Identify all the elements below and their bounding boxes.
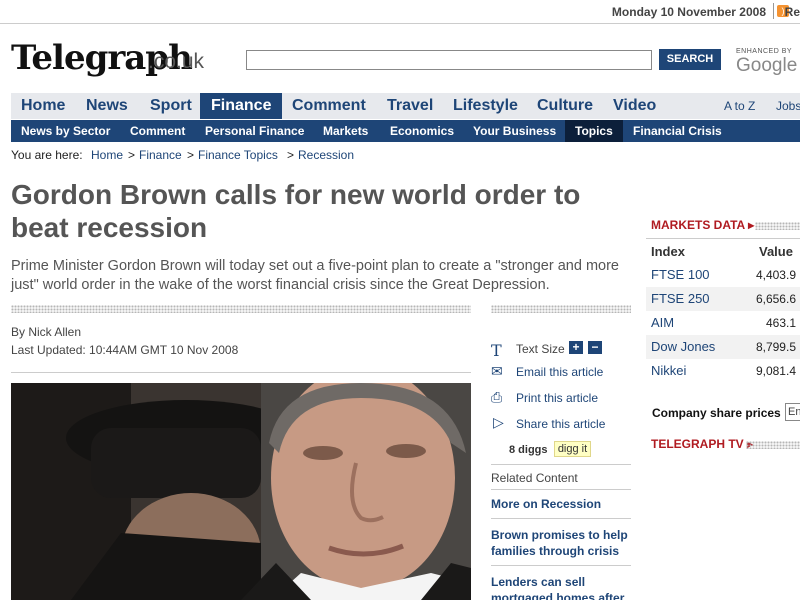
related-link-brown-promises[interactable]: Brown promises to help families through … <box>491 527 631 559</box>
market-ftse-250[interactable]: FTSE 250 <box>651 291 710 306</box>
market-ftse-100[interactable]: FTSE 100 <box>651 267 710 282</box>
markets-col-value: Value <box>759 244 793 259</box>
nav-a-to-z[interactable]: A to Z <box>724 99 755 113</box>
market-dow-jones[interactable]: Dow Jones <box>651 339 715 354</box>
rss-link[interactable]: Re <box>785 5 800 19</box>
divider <box>773 3 774 19</box>
subnav-your-business[interactable]: Your Business <box>473 124 556 138</box>
digg-it-button[interactable]: digg it <box>554 441 591 457</box>
markets-row: Dow Jones 8,799.5 <box>646 335 800 359</box>
subnav-topics[interactable]: Topics <box>575 124 613 138</box>
related-link-lenders[interactable]: Lenders can sell mortgaged homes after <box>491 574 631 600</box>
markets-row: AIM 463.1 <box>646 311 800 335</box>
market-nikkei[interactable]: Nikkei <box>651 363 686 378</box>
markets-row: FTSE 100 4,403.9 <box>646 263 800 287</box>
subnav-financial-crisis[interactable]: Financial Crisis <box>633 124 722 138</box>
subnav-economics[interactable]: Economics <box>390 124 454 138</box>
divider <box>491 464 631 465</box>
related-link-recession[interactable]: More on Recession <box>491 496 631 512</box>
divider <box>11 372 471 373</box>
telegraph-tv-heading[interactable]: TELEGRAPH TV ▸ <box>651 437 753 451</box>
digg-count: 8 diggs <box>509 444 548 456</box>
company-share-prices-label: Company share prices <box>652 406 781 420</box>
nav-news[interactable]: News <box>86 97 128 115</box>
related-content-heading: Related Content <box>491 471 578 485</box>
dotted-divider <box>491 305 631 313</box>
article-headline: Gordon Brown calls for new world order t… <box>11 179 581 243</box>
search-input[interactable] <box>246 50 652 70</box>
nav-comment[interactable]: Comment <box>292 97 366 115</box>
market-value: 4,403.9 <box>755 268 796 282</box>
print-article-link[interactable]: Print this article <box>516 391 598 405</box>
nav-home[interactable]: Home <box>21 97 65 115</box>
email-icon: ✉ <box>491 363 503 379</box>
print-icon: ⎙ <box>491 389 503 405</box>
article-updated: Last Updated: 10:44AM GMT 10 Nov 2008 <box>11 343 239 357</box>
divider <box>491 518 631 519</box>
breadcrumb-separator: > <box>187 148 195 162</box>
breadcrumb-recession[interactable]: Recession <box>298 148 354 162</box>
text-size-decrease-button[interactable]: − <box>588 341 602 354</box>
breadcrumb-home[interactable]: Home <box>91 148 123 162</box>
dotted-divider <box>755 222 800 230</box>
text-size-increase-button[interactable]: + <box>569 341 583 354</box>
article-byline: By Nick Allen <box>11 325 82 339</box>
subnav-markets[interactable]: Markets <box>323 124 368 138</box>
market-aim[interactable]: AIM <box>651 315 674 330</box>
subnav-personal-finance[interactable]: Personal Finance <box>205 124 304 138</box>
search-button[interactable]: SEARCH <box>659 49 721 70</box>
market-value: 9,081.4 <box>755 364 796 378</box>
markets-row: Nikkei 9,081.4 <box>646 359 800 383</box>
nav-travel[interactable]: Travel <box>387 97 433 115</box>
markets-data-heading[interactable]: MARKETS DATA ▸ <box>651 218 754 232</box>
nav-video[interactable]: Video <box>613 97 656 115</box>
nav-jobs[interactable]: Jobs <box>776 99 800 113</box>
divider <box>646 238 800 239</box>
subnav-news-by-sector[interactable]: News by Sector <box>21 124 110 138</box>
email-article-link[interactable]: Email this article <box>516 365 603 379</box>
current-date: Monday 10 November 2008 <box>611 5 766 19</box>
breadcrumb-finance-topics[interactable]: Finance Topics <box>198 148 278 162</box>
dotted-divider <box>11 305 471 313</box>
nav-lifestyle[interactable]: Lifestyle <box>453 97 518 115</box>
text-size-icon: T <box>491 341 502 360</box>
share-article-link[interactable]: Share this article <box>516 417 605 431</box>
breadcrumb-finance[interactable]: Finance <box>139 148 182 162</box>
breadcrumb-separator: > <box>128 148 136 162</box>
market-value: 8,799.5 <box>755 340 796 354</box>
market-value: 6,656.6 <box>755 292 796 306</box>
subnav-comment[interactable]: Comment <box>130 124 185 138</box>
market-value: 463.1 <box>765 316 796 330</box>
markets-row: FTSE 250 6,656.6 <box>646 287 800 311</box>
divider <box>491 565 631 566</box>
article-photo <box>11 383 471 600</box>
nav-culture[interactable]: Culture <box>537 97 593 115</box>
article-standfirst: Prime Minister Gordon Brown will today s… <box>11 258 619 293</box>
nav-sport[interactable]: Sport <box>150 97 192 115</box>
breadcrumb-label: You are here: <box>11 148 83 162</box>
markets-col-index: Index <box>651 244 685 259</box>
breadcrumb-separator: > <box>287 148 295 162</box>
company-search-input[interactable]: En <box>785 403 800 421</box>
google-logo: Google <box>736 55 798 76</box>
share-icon: ▷ <box>493 414 504 430</box>
google-tagline: ENHANCED BY <box>736 48 793 55</box>
dotted-divider <box>746 441 800 449</box>
divider <box>491 489 631 490</box>
gordon-brown-photo <box>11 383 471 600</box>
nav-finance[interactable]: Finance <box>211 97 271 115</box>
text-size-label: Text Size <box>516 342 565 356</box>
logo-suffix: .co.uk <box>148 50 205 73</box>
